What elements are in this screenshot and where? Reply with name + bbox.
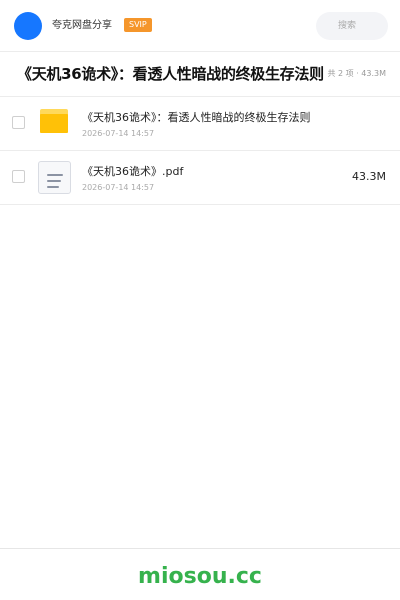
pdf-document-icon — [38, 161, 71, 194]
watermark-text: miosou.cc — [138, 564, 262, 589]
search-input[interactable] — [316, 12, 388, 40]
file-name[interactable]: 《天机36诡术》：看透人性暗战的终极生存法则 — [82, 111, 311, 125]
footer: miosou.cc — [0, 548, 400, 600]
file-date: 2026-07-14 14:57 — [82, 183, 155, 192]
row-checkbox[interactable] — [12, 170, 25, 183]
share-summary: 共 2 项 · 43.3M — [325, 68, 386, 80]
top-bar: 夸克网盘分享 SVIP — [0, 0, 400, 52]
row-checkbox[interactable] — [12, 116, 25, 129]
file-size: 43.3M — [352, 170, 386, 183]
folder-icon — [40, 109, 68, 133]
username[interactable]: 夸克网盘分享 — [52, 19, 112, 33]
file-row-folder[interactable]: 《天机36诡术》：看透人性暗战的终极生存法则 2026-07-14 14:57 — [0, 97, 400, 151]
file-row-pdf[interactable]: 《天机36诡术》.pdf 2026-07-14 14:57 43.3M — [0, 151, 400, 205]
share-title-row: 《天机36诡术》：看透人性暗战的终极生存法则 共 2 项 · 43.3M — [0, 53, 400, 97]
avatar[interactable] — [14, 12, 42, 40]
page-title: 《天机36诡术》：看透人性暗战的终极生存法则 — [17, 65, 324, 83]
file-date: 2026-07-14 14:57 — [82, 129, 155, 138]
file-name[interactable]: 《天机36诡术》.pdf — [82, 165, 183, 179]
svip-badge: SVIP — [124, 18, 152, 32]
